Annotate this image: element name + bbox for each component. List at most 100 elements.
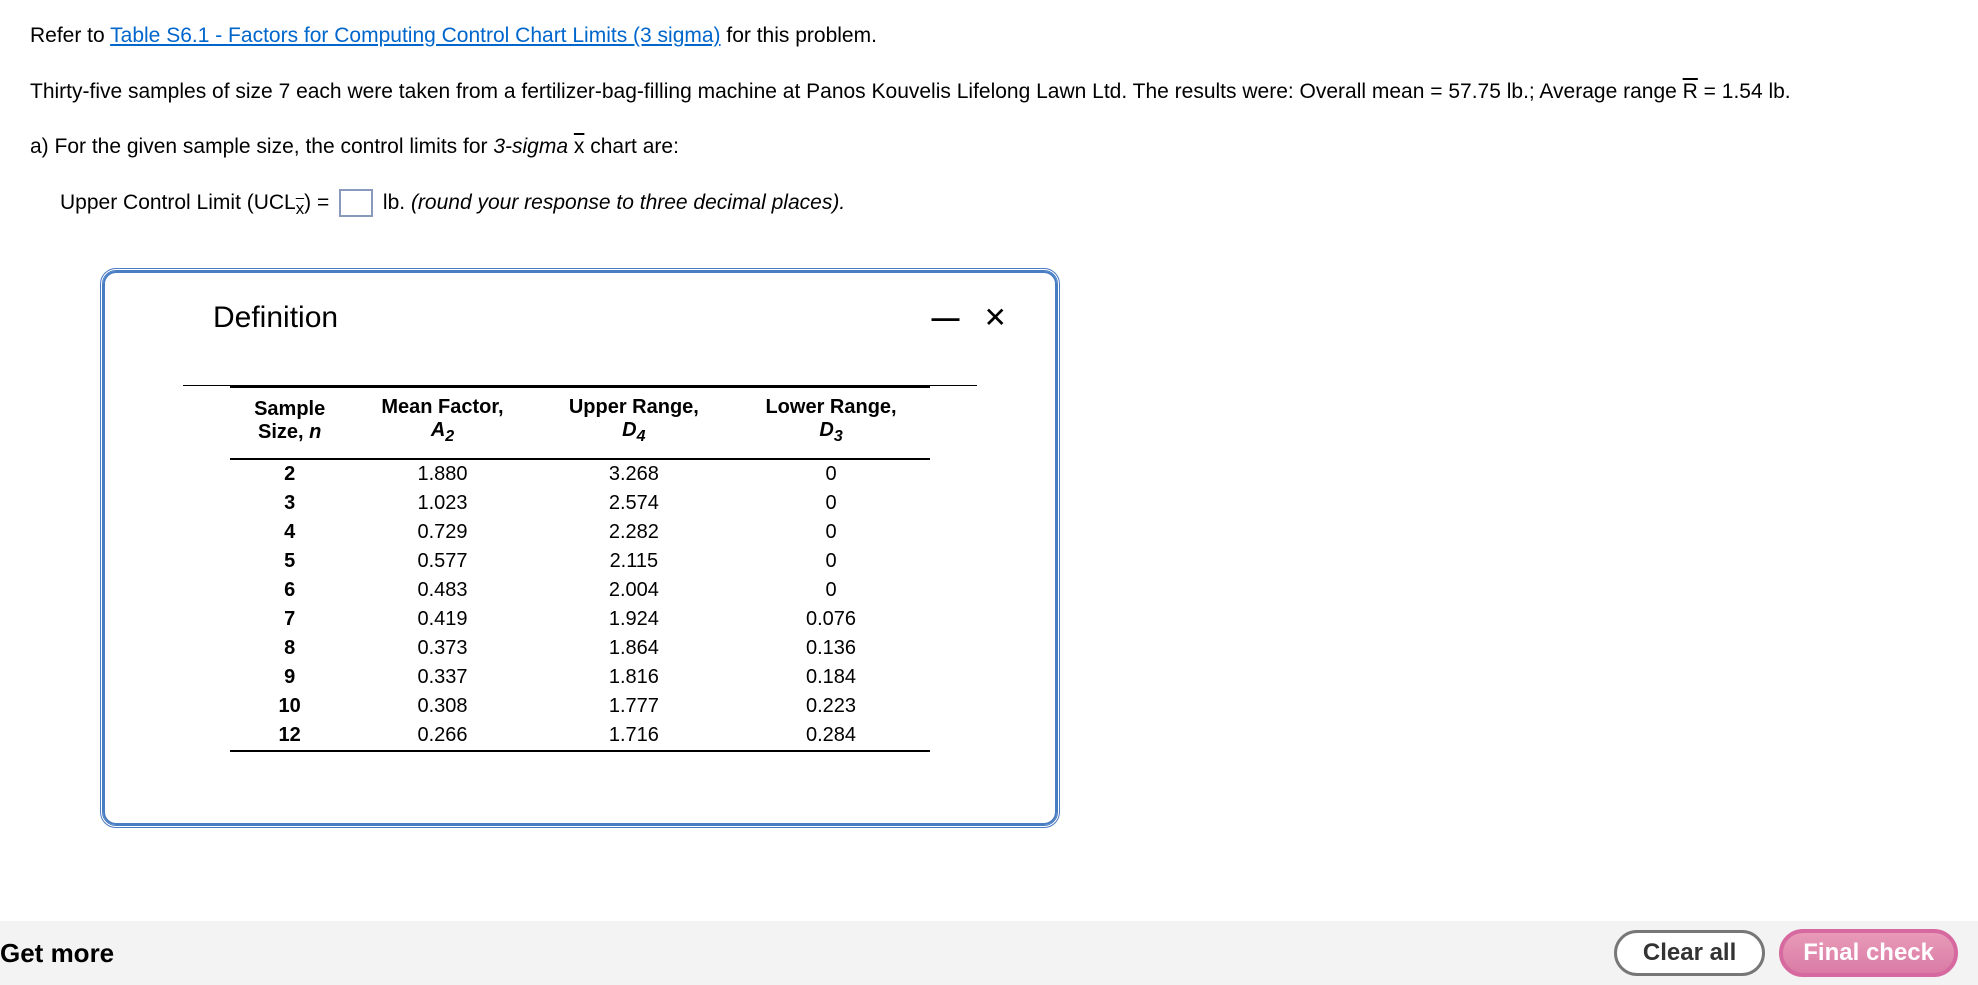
ucl-eq: ) =: [304, 191, 335, 214]
table-row: 21.8803.2680: [230, 459, 930, 489]
cell-d4: 3.268: [536, 459, 732, 489]
h4b: D: [819, 419, 833, 441]
cell-a2: 0.419: [349, 605, 535, 634]
table-body: 21.8803.2680 31.0232.5740 40.7292.2820 5…: [230, 459, 930, 751]
cell-n: 9: [230, 663, 349, 692]
cell-a2: 0.483: [349, 576, 535, 605]
modal-controls: — ✕: [932, 304, 1007, 332]
cell-d3: 0.284: [732, 721, 930, 751]
h2a: Mean Factor,: [381, 396, 503, 418]
ucl-sub-xbar: x: [296, 199, 304, 218]
table-row: 90.3371.8160.184: [230, 663, 930, 692]
refer-suffix: for this problem.: [721, 24, 877, 47]
ucl-subscript: x: [296, 199, 304, 218]
h1c: n: [309, 421, 321, 443]
h4sub: 3: [834, 428, 843, 445]
cell-d4: 1.777: [536, 692, 732, 721]
definition-modal: Definition — ✕ Sample Size, n Mean Facto…: [100, 268, 1060, 828]
cell-d3: 0: [732, 547, 930, 576]
cell-d4: 1.716: [536, 721, 732, 751]
cell-n: 6: [230, 576, 349, 605]
final-check-button[interactable]: Final check: [1779, 929, 1958, 977]
cell-d4: 1.864: [536, 634, 732, 663]
h3sub: 4: [637, 428, 646, 445]
part-a-question: a) For the given sample size, the contro…: [30, 131, 1948, 163]
bottom-bar: Get more Clear all Final check: [0, 921, 1978, 985]
cell-n: 5: [230, 547, 349, 576]
table-row: 50.5772.1150: [230, 547, 930, 576]
cell-n: 4: [230, 518, 349, 547]
h3a: Upper Range,: [569, 396, 699, 418]
cell-d3: 0.136: [732, 634, 930, 663]
ucl-line: Upper Control Limit (UCLx) = lb. (round …: [60, 187, 1948, 221]
cell-n: 12: [230, 721, 349, 751]
h1b: Size,: [258, 421, 309, 443]
part-a-prefix: a) For the given sample size, the contro…: [30, 135, 493, 158]
cell-d4: 1.816: [536, 663, 732, 692]
cell-n: 8: [230, 634, 349, 663]
table-row: 70.4191.9240.076: [230, 605, 930, 634]
cell-d3: 0: [732, 518, 930, 547]
table-row: 40.7292.2820: [230, 518, 930, 547]
problem-paragraph: Thirty-five samples of size 7 each were …: [30, 76, 1948, 108]
definition-table: Sample Size, n Mean Factor, A2 Upper Ran…: [230, 386, 930, 752]
r-bar-symbol: R: [1683, 80, 1698, 103]
cell-n: 10: [230, 692, 349, 721]
cell-d4: 2.115: [536, 547, 732, 576]
h3b: D: [622, 419, 636, 441]
h2sub: 2: [445, 428, 454, 445]
refer-prefix: Refer to: [30, 24, 110, 47]
col-mean-factor: Mean Factor, A2: [349, 387, 535, 459]
cell-d4: 2.004: [536, 576, 732, 605]
cell-a2: 0.373: [349, 634, 535, 663]
cell-a2: 0.729: [349, 518, 535, 547]
cell-a2: 1.023: [349, 489, 535, 518]
problem-content: Refer to Table S6.1 - Factors for Comput…: [0, 0, 1978, 241]
problem-text-2: = 1.54 lb.: [1698, 80, 1791, 103]
cell-n: 2: [230, 459, 349, 489]
close-icon[interactable]: ✕: [984, 304, 1007, 332]
cell-d3: 0.184: [732, 663, 930, 692]
h2b: A: [431, 419, 445, 441]
cell-a2: 0.308: [349, 692, 535, 721]
h4a: Lower Range,: [765, 396, 896, 418]
table-link[interactable]: Table S6.1 - Factors for Computing Contr…: [110, 24, 720, 47]
definition-header: Definition — ✕: [153, 301, 1007, 335]
definition-table-wrap: Sample Size, n Mean Factor, A2 Upper Ran…: [183, 385, 977, 752]
minimize-icon[interactable]: —: [932, 304, 960, 332]
table-row: 60.4832.0040: [230, 576, 930, 605]
cell-d4: 2.282: [536, 518, 732, 547]
intro-paragraph: Refer to Table S6.1 - Factors for Comput…: [30, 20, 1948, 52]
cell-n: 3: [230, 489, 349, 518]
cell-d3: 0: [732, 459, 930, 489]
table-row: 100.3081.7770.223: [230, 692, 930, 721]
cell-a2: 1.880: [349, 459, 535, 489]
h1a: Sample: [254, 398, 325, 420]
table-row: 31.0232.5740: [230, 489, 930, 518]
cell-a2: 0.266: [349, 721, 535, 751]
col-lower-range: Lower Range, D3: [732, 387, 930, 459]
table-row: 80.3731.8640.136: [230, 634, 930, 663]
definition-title: Definition: [213, 301, 338, 335]
cell-d3: 0: [732, 576, 930, 605]
clear-all-button[interactable]: Clear all: [1614, 930, 1765, 976]
col-upper-range: Upper Range, D4: [536, 387, 732, 459]
part-a-suffix: chart are:: [584, 135, 679, 158]
cell-d4: 1.924: [536, 605, 732, 634]
cell-d3: 0.223: [732, 692, 930, 721]
get-more-label[interactable]: Get more: [0, 938, 114, 969]
table-header-row: Sample Size, n Mean Factor, A2 Upper Ran…: [230, 387, 930, 459]
cell-a2: 0.577: [349, 547, 535, 576]
x-bar-symbol: x: [574, 135, 585, 158]
ucl-hint: (round your response to three decimal pl…: [411, 191, 845, 214]
ucl-unit: lb.: [377, 191, 411, 214]
cell-a2: 0.337: [349, 663, 535, 692]
part-a-italic: 3-sigma: [493, 135, 574, 158]
ucl-prefix: Upper Control Limit (UCL: [60, 191, 296, 214]
problem-text-1: Thirty-five samples of size 7 each were …: [30, 80, 1683, 103]
table-row: 120.2661.7160.284: [230, 721, 930, 751]
cell-d3: 0.076: [732, 605, 930, 634]
ucl-input[interactable]: [339, 189, 373, 217]
cell-n: 7: [230, 605, 349, 634]
col-sample-size: Sample Size, n: [230, 387, 349, 459]
